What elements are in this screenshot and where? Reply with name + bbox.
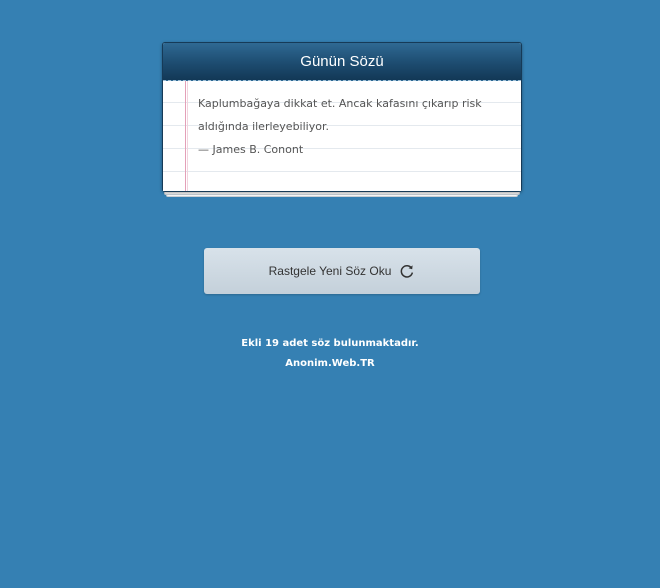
random-quote-button[interactable]: Rastgele Yeni Söz Oku xyxy=(204,248,480,294)
quote-card-header: Günün Sözü xyxy=(163,43,521,83)
site-name: Anonim.Web.TR xyxy=(285,358,375,369)
quote-card-title: Günün Sözü xyxy=(300,53,384,70)
quote-count-text: Ekli 19 adet söz bulunmaktadır. xyxy=(241,338,419,349)
quote-author: — James B. Conont xyxy=(198,143,304,156)
quote-card-body: Kaplumbağaya dikkat et. Ancak kafasını ç… xyxy=(163,81,521,191)
quote-text: Kaplumbağaya dikkat et. Ancak kafasını ç… xyxy=(198,97,482,133)
refresh-icon xyxy=(399,263,415,279)
quote-card: Günün Sözü Kaplumbağaya dikkat et. Ancak… xyxy=(162,42,522,197)
random-quote-button-label: Rastgele Yeni Söz Oku xyxy=(268,264,392,278)
quote-card-sheet: Günün Sözü Kaplumbağaya dikkat et. Ancak… xyxy=(162,42,522,192)
